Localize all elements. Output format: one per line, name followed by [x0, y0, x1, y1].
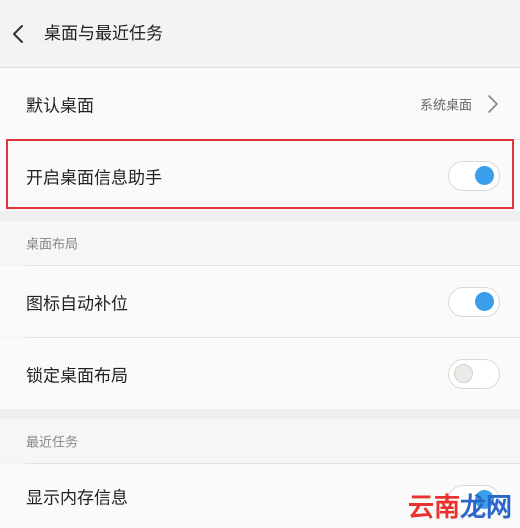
default-desktop-label: 默认桌面 — [26, 96, 94, 116]
lock-layout-toggle[interactable] — [448, 358, 500, 389]
desktop-assistant-row: 开启桌面信息助手 — [0, 140, 520, 211]
back-arrow-icon[interactable] — [8, 20, 32, 48]
top-bar: 桌面与最近任务 — [0, 0, 520, 68]
toggle-knob — [475, 291, 494, 311]
lock-layout-row: 锁定桌面布局 — [0, 338, 520, 409]
toggle-knob — [454, 363, 473, 383]
page-title: 桌面与最近任务 — [44, 24, 163, 44]
auto-fill-icons-label: 图标自动补位 — [26, 294, 128, 314]
desktop-assistant-label: 开启桌面信息助手 — [26, 168, 162, 188]
default-desktop-row[interactable]: 默认桌面 系统桌面 — [0, 68, 520, 139]
auto-fill-icons-row: 图标自动补位 — [0, 266, 520, 337]
memory-info-label: 显示内存信息 — [26, 488, 128, 509]
section-gap — [0, 211, 520, 221]
chevron-right-icon — [486, 93, 500, 115]
watermark-logo: 云南龙网 — [408, 487, 512, 524]
auto-fill-icons-toggle[interactable] — [448, 286, 500, 317]
desktop-assistant-toggle[interactable] — [448, 160, 500, 191]
toggle-knob — [475, 165, 494, 185]
watermark-part2: 龙网 — [459, 493, 512, 523]
watermark-part1: 云南 — [407, 493, 460, 523]
settings-page: 桌面与最近任务 默认桌面 系统桌面 开启桌面信息助手 桌面布局 图标自动补位 锁… — [0, 0, 520, 528]
lock-layout-label: 锁定桌面布局 — [26, 366, 128, 386]
section-header-recent: 最近任务 — [0, 419, 520, 463]
section-gap — [0, 409, 520, 419]
section-title-recent: 最近任务 — [26, 435, 79, 451]
section-title-layout: 桌面布局 — [26, 237, 79, 253]
default-desktop-value: 系统桌面 — [419, 98, 472, 113]
section-header-layout: 桌面布局 — [0, 221, 520, 265]
